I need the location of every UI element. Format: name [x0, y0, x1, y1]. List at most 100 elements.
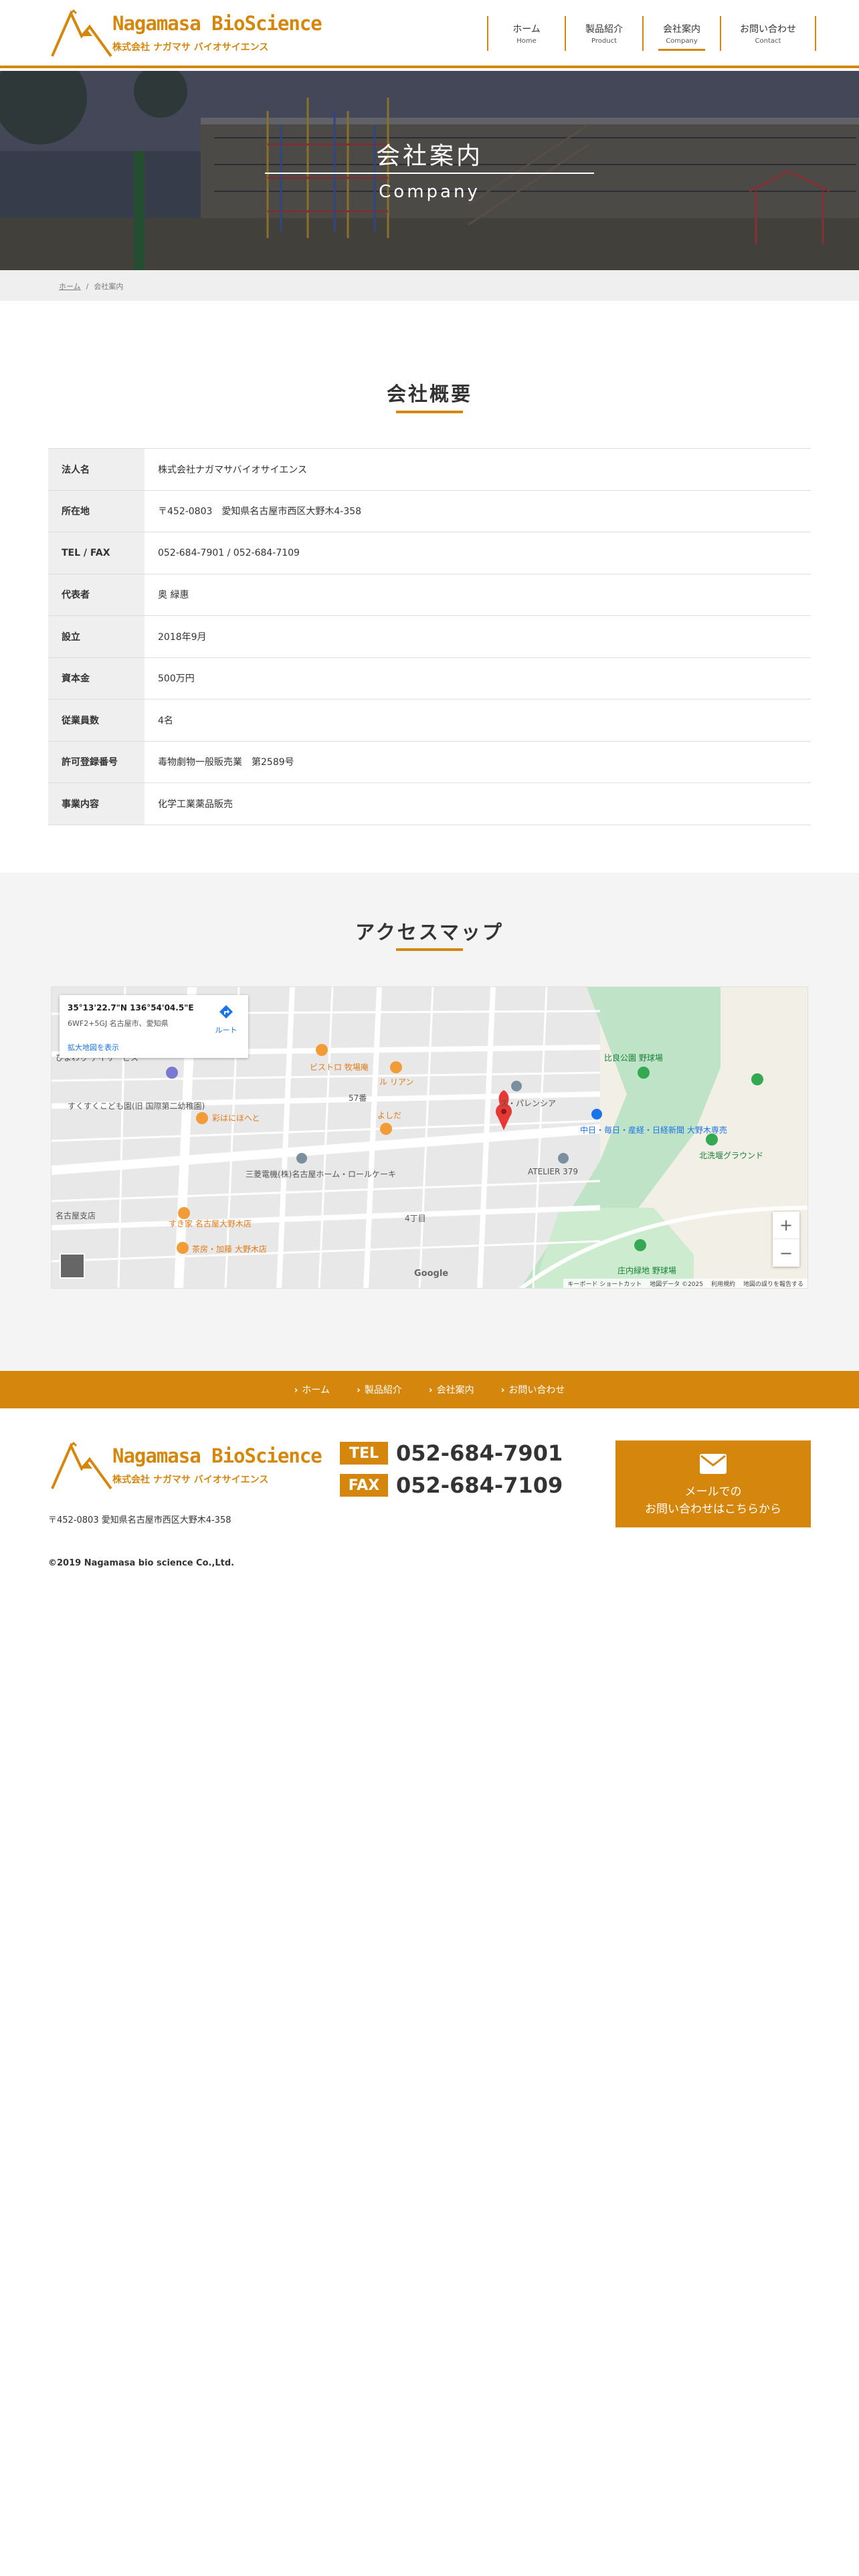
- table-row: 従業員数 4名: [48, 699, 811, 741]
- zoom-in-button[interactable]: +: [773, 1212, 799, 1239]
- map-label: 彩はにほへと: [212, 1113, 260, 1123]
- nav-label: 会社案内: [663, 24, 700, 35]
- map-label: すき家 名古屋大野木店: [169, 1218, 252, 1228]
- map-label: 茶房・加藤 大野木店: [192, 1244, 267, 1254]
- mail-button-line1: メールでの: [684, 1485, 742, 1499]
- table-row: 所在地 〒452-0803 愛知県名古屋市西区大野木4-358: [48, 490, 811, 532]
- row-label: 設立: [48, 615, 145, 657]
- row-label: 従業員数: [48, 699, 145, 741]
- footer-nav-home[interactable]: ホーム: [294, 1383, 330, 1396]
- map-coordinates: 35°13'22.7"N 136°54'04.5"E: [68, 1003, 194, 1012]
- row-value: 奥 緑惠: [158, 590, 189, 601]
- row-label: 代表者: [48, 574, 145, 616]
- access-section: アクセスマップ ビストロ 牧場庵 ル リアン よしだ 彩はにほへと ス・パレンシ…: [0, 873, 859, 1371]
- footer-address: 〒452-0803 愛知県名古屋市西区大野木4-358: [48, 1515, 231, 1525]
- breadcrumb-separator: /: [86, 282, 89, 291]
- map-label: 名古屋支店: [56, 1210, 96, 1220]
- row-value: 株式会社ナガマサバイオサイエンス: [158, 464, 308, 475]
- row-value: 化学工業薬品販売: [158, 798, 233, 810]
- map-address: 6WF2+5GJ 名古屋市、愛知県: [68, 1019, 169, 1028]
- nav-sublabel: Contact: [755, 37, 781, 45]
- map-label: 比良公園 野球場: [604, 1053, 663, 1063]
- table-row: 事業内容 化学工業薬品販売: [48, 782, 811, 825]
- hero-banner: 会社案内 Company: [0, 71, 859, 270]
- breadcrumb-current: 会社案内: [94, 282, 124, 291]
- nav-item-contact[interactable]: お問い合わせ Contact: [720, 16, 816, 51]
- enlarge-map-link[interactable]: 拡大地図を表示: [68, 1042, 119, 1053]
- map-label: ビストロ 牧場庵: [310, 1062, 369, 1072]
- map-label: 庄内緑地 野球場: [617, 1265, 676, 1275]
- company-info-table: 法人名 株式会社ナガマサバイオサイエンス 所在地 〒452-0803 愛知県名古屋市…: [48, 448, 811, 825]
- global-nav: ホーム Home 製品紹介 Product 会社案内 Company お問い合わ…: [487, 16, 816, 51]
- map-label: 中日・毎日・産経・日経新聞 大野木専売: [580, 1125, 727, 1135]
- hero-divider: [265, 173, 594, 174]
- tel-number[interactable]: 052-684-7901: [396, 1440, 563, 1466]
- row-value: 〒452-0803 愛知県名古屋市西区大野木4-358: [158, 506, 362, 518]
- table-row: 法人名 株式会社ナガマサバイオサイエンス: [48, 448, 811, 490]
- row-label: 法人名: [48, 448, 145, 490]
- fax-number: 052-684-7109: [396, 1473, 563, 1498]
- table-row: 許可登録番号 毒物劇物一般販売業 第2589号: [48, 741, 811, 783]
- map-label: 4丁目: [405, 1214, 426, 1223]
- map-data-credit: 地図データ ©2025: [650, 1281, 703, 1288]
- logo-mountain-icon: [51, 9, 112, 58]
- footer-nav-company[interactable]: 会社案内: [429, 1383, 474, 1396]
- overview-heading-underline: [396, 411, 463, 413]
- map-zoom-control: + −: [773, 1212, 799, 1267]
- table-row: 設立 2018年9月: [48, 615, 811, 657]
- map-label: 57番: [349, 1093, 367, 1103]
- route-button[interactable]: ルート: [211, 1004, 242, 1035]
- terms-link[interactable]: 利用規約: [711, 1279, 735, 1288]
- envelope-icon: [700, 1454, 727, 1474]
- logo-name-jp: 株式会社 ナガマサ バイオサイエンス: [112, 1475, 269, 1485]
- map-label: ATELIER 379: [528, 1167, 578, 1176]
- footer-nav-contact[interactable]: お問い合わせ: [501, 1383, 565, 1396]
- hero-subtitle: Company: [379, 182, 480, 202]
- map-label: 北洗堰グラウンド: [699, 1151, 763, 1160]
- row-value: 毒物劇物一般販売業 第2589号: [158, 757, 294, 768]
- hero-title: 会社案内: [375, 142, 483, 170]
- logo-name-en: Nagamasa BioScience: [112, 12, 322, 35]
- google-logo: Google: [414, 1269, 449, 1279]
- mail-button-line2: お問い合わせはこちらから: [645, 1503, 781, 1516]
- logo-name-jp: 株式会社 ナガマサ バイオサイエンス: [112, 42, 269, 53]
- row-value: 500万円: [158, 673, 195, 685]
- map-label: ス・パレンシア: [500, 1099, 556, 1108]
- map-attribution: キーボード ショートカット 地図データ ©2025 利用規約 地図の誤りを報告す…: [563, 1279, 807, 1288]
- directions-icon: [219, 1005, 233, 1018]
- nav-item-company[interactable]: 会社案内 Company: [642, 16, 720, 51]
- access-heading-underline: [396, 948, 463, 951]
- google-map[interactable]: ビストロ 牧場庵 ル リアン よしだ 彩はにほへと ス・パレンシア 中日・毎日・…: [51, 986, 808, 1289]
- zoom-out-button[interactable]: −: [773, 1239, 799, 1267]
- nav-label: お問い合わせ: [740, 24, 796, 35]
- nav-label: ホーム: [512, 24, 541, 35]
- breadcrumb: ホーム / 会社案内: [0, 270, 859, 301]
- nav-item-home[interactable]: ホーム Home: [487, 16, 565, 51]
- map-label: ル リアン: [379, 1077, 413, 1087]
- footer-nav: ホーム 製品紹介 会社案内 お問い合わせ: [0, 1371, 859, 1408]
- logo-mountain-icon: [51, 1442, 112, 1490]
- row-label: TEL / FAX: [48, 532, 145, 574]
- nav-item-product[interactable]: 製品紹介 Product: [565, 16, 642, 51]
- map-label: 三菱電機(株)名古屋ホーム・ロールケーキ: [246, 1169, 396, 1179]
- table-row: 代表者 奥 緑惠: [48, 574, 811, 616]
- footer-logo[interactable]: Nagamasa BioScience 株式会社 ナガマサ バイオサイエンス: [51, 1442, 322, 1491]
- access-heading: アクセスマップ: [355, 921, 504, 944]
- site-logo[interactable]: Nagamasa BioScience 株式会社 ナガマサ バイオサイエンス: [51, 9, 322, 59]
- tel-label: TEL: [340, 1442, 388, 1465]
- street-view-pegman-icon[interactable]: [60, 1253, 85, 1279]
- row-value: 4名: [158, 715, 173, 726]
- footer-nav-product[interactable]: 製品紹介: [357, 1383, 402, 1396]
- nav-sublabel: Company: [666, 37, 698, 45]
- route-label: ルート: [215, 1026, 237, 1035]
- nav-label: 製品紹介: [585, 24, 623, 35]
- breadcrumb-home-link[interactable]: ホーム: [59, 282, 81, 291]
- row-label: 許可登録番号: [48, 741, 145, 783]
- report-error-link[interactable]: 地図の誤りを報告する: [743, 1279, 803, 1288]
- map-label: すくすくこども園(旧 国際第二幼稚園): [68, 1101, 205, 1111]
- row-label: 所在地: [48, 490, 145, 532]
- table-row: TEL / FAX 052-684-7901 / 052-684-7109: [48, 532, 811, 574]
- keyboard-shortcuts-link[interactable]: キーボード ショートカット: [567, 1279, 642, 1288]
- site-header: Nagamasa BioScience 株式会社 ナガマサ バイオサイエンス ホ…: [0, 0, 859, 68]
- mail-contact-button[interactable]: メールでの お問い合わせはこちらから: [615, 1440, 811, 1527]
